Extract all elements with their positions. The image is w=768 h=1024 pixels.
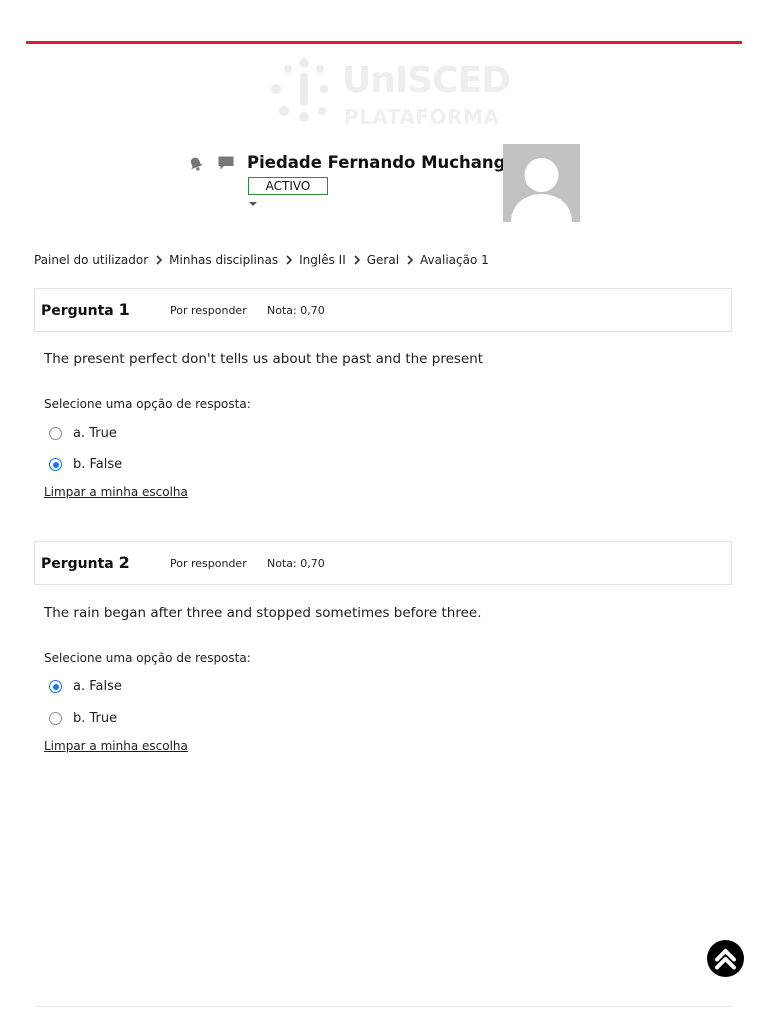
top-accent-line <box>26 41 742 44</box>
answer-prompt: Selecione uma opção de resposta: <box>44 651 251 665</box>
avatar[interactable] <box>503 144 580 222</box>
site-logo[interactable]: UnISCED PLATAFORMA <box>268 55 511 130</box>
question-grade: Nota: 0,70 <box>267 304 325 317</box>
breadcrumb-item-my-courses[interactable]: Minhas disciplinas <box>169 253 278 267</box>
radio-button-selected[interactable] <box>49 680 62 693</box>
breadcrumb-item-dashboard[interactable]: Painel do utilizador <box>34 253 148 267</box>
question-header: Pergunta 1 Por responder Nota: 0,70 <box>34 288 732 332</box>
chevron-up-icon <box>715 949 736 970</box>
answer-option[interactable]: a. True <box>49 426 117 441</box>
question-label: Pergunta <box>41 303 114 319</box>
question-text: The present perfect don't tells us about… <box>44 351 484 367</box>
logo-subtitle: PLATAFORMA <box>344 105 500 129</box>
clear-choice-link[interactable]: Limpar a minha escolha <box>44 739 188 753</box>
answer-option[interactable]: a. False <box>49 679 122 694</box>
radio-button[interactable] <box>49 427 62 440</box>
answer-option[interactable]: b. False <box>49 457 122 472</box>
logo-dots-icon <box>271 58 328 122</box>
question-grade: Nota: 0,70 <box>267 557 325 570</box>
logo-brand: UnISCED <box>342 60 511 101</box>
question-label: Pergunta <box>41 556 114 572</box>
question-number: 2 <box>118 553 130 572</box>
user-menu-caret-icon[interactable] <box>249 202 257 206</box>
answer-prompt: Selecione uma opção de resposta: <box>44 397 251 411</box>
question-title: Pergunta 1 <box>41 300 130 319</box>
answer-option-label: b. False <box>73 457 123 472</box>
chevron-right-icon <box>286 255 293 265</box>
answer-option[interactable]: b. True <box>49 711 117 726</box>
question-number: 1 <box>118 300 130 319</box>
user-silhouette-icon <box>511 158 572 222</box>
question-text: The rain began after three and stopped s… <box>44 605 482 621</box>
question-state: Por responder <box>170 557 247 570</box>
answer-option-label: a. False <box>73 679 122 694</box>
chevron-right-icon <box>156 255 163 265</box>
answer-option-label: b. True <box>73 711 118 726</box>
back-to-top-button[interactable] <box>707 940 744 977</box>
question-header: Pergunta 2 Por responder Nota: 0,70 <box>34 541 732 585</box>
question-title: Pergunta 2 <box>41 553 130 572</box>
clear-choice-link[interactable]: Limpar a minha escolha <box>44 485 188 499</box>
breadcrumb-item-section[interactable]: Geral <box>367 253 399 267</box>
radio-button[interactable] <box>49 712 62 725</box>
chevron-right-icon <box>354 255 360 265</box>
chevron-right-icon <box>407 255 414 265</box>
chat-icon[interactable] <box>217 155 235 171</box>
answer-option-label: a. True <box>73 426 117 441</box>
status-badge: ACTIVO <box>248 177 328 195</box>
breadcrumb-item-assessment[interactable]: Avaliação 1 <box>420 253 489 267</box>
footer-divider <box>36 1006 732 1007</box>
question-state: Por responder <box>170 304 247 317</box>
breadcrumb: Painel do utilizador Minhas disciplinas … <box>34 253 489 267</box>
user-name[interactable]: Piedade Fernando Muchanga <box>247 153 517 172</box>
breadcrumb-item-course[interactable]: Inglês II <box>299 253 346 267</box>
radio-button-selected[interactable] <box>49 458 62 471</box>
bell-icon[interactable] <box>188 156 204 172</box>
